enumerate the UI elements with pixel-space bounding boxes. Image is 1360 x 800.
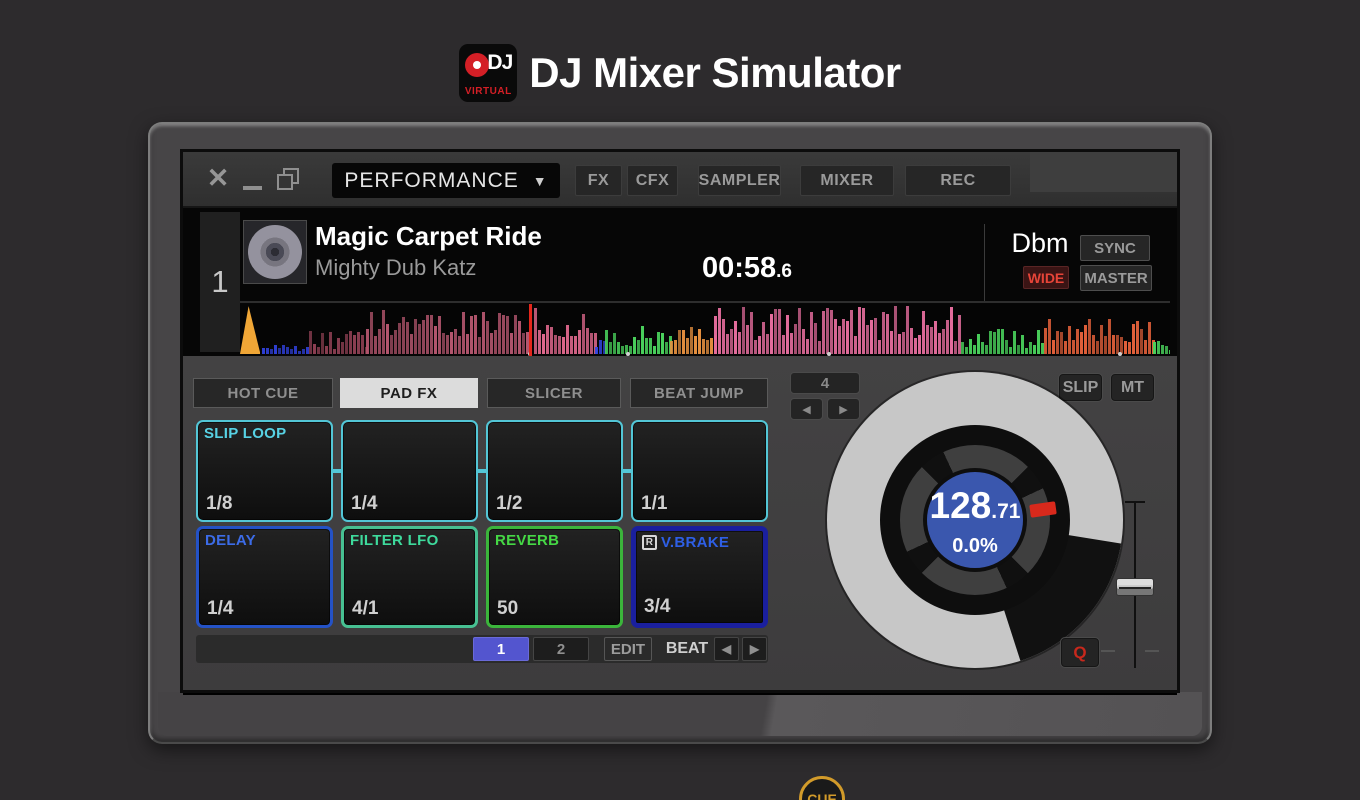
wide-toggle[interactable]: WIDE <box>1023 266 1069 289</box>
pad-value: 4/1 <box>352 598 379 619</box>
bpm-line: 128.71 <box>900 486 1050 534</box>
album-art <box>243 220 307 284</box>
mode-dropdown[interactable]: PERFORMANCE ▼ <box>332 163 560 198</box>
vinyl-disc-icon <box>248 225 302 279</box>
fx-button[interactable]: FX <box>575 165 622 196</box>
q-button[interactable]: Q <box>1060 637 1100 668</box>
pad-label: DELAY <box>205 532 256 549</box>
pad-connector <box>622 469 632 473</box>
mode-dropdown-label: PERFORMANCE <box>344 168 519 192</box>
page-1-button[interactable]: 1 <box>473 637 529 661</box>
performance-panel: HOT CUE PAD FX SLICER BEAT JUMP SLIP LOO… <box>183 356 1177 800</box>
titlebar: ✕ PERFORMANCE ▼ FX CFX SAMPLER MIXER REC <box>183 152 1177 208</box>
cfx-button[interactable]: CFX <box>627 165 678 196</box>
pad-loop-one[interactable]: 1/1 <box>631 420 768 522</box>
divider <box>240 301 1170 303</box>
key-label: Dbm <box>1011 228 1069 258</box>
restore-icon[interactable] <box>277 168 299 190</box>
divider <box>984 224 985 302</box>
loop-prev-button[interactable]: ◀ <box>790 398 823 420</box>
tab-hot-cue[interactable]: HOT CUE <box>193 378 333 408</box>
time-main: 00:58 <box>701 252 777 284</box>
pad-loop-quarter[interactable]: 1/4 <box>341 420 478 522</box>
pad-filter-lfo[interactable]: FILTER LFO 4/1 <box>341 526 478 628</box>
tab-pad-fx[interactable]: PAD FX <box>340 378 478 408</box>
pad-label: R V.BRAKE <box>642 534 729 551</box>
device-frame: ✕ PERFORMANCE ▼ FX CFX SAMPLER MIXER REC… <box>148 122 1212 800</box>
rec-button[interactable]: REC <box>905 165 1011 196</box>
bpm-value: 128 <box>929 485 992 526</box>
bezel-bottom <box>158 692 1202 736</box>
slip-button[interactable]: SLIP <box>1058 373 1103 402</box>
pitch-percent: 0.0% <box>952 535 998 557</box>
pad-label-text: V.BRAKE <box>661 534 730 551</box>
sampler-button[interactable]: SAMPLER <box>698 165 781 196</box>
minimize-icon[interactable] <box>243 186 262 190</box>
pad-label: FILTER LFO <box>350 532 439 549</box>
pad-delay[interactable]: DELAY 1/4 <box>196 526 333 628</box>
virtualdj-logo: DJ VIRTUAL <box>459 44 518 102</box>
sync-button[interactable]: SYNC <box>1080 235 1150 261</box>
mt-button[interactable]: MT <box>1110 373 1155 402</box>
page-2-button[interactable]: 2 <box>533 637 589 661</box>
pitch-slider-mark <box>1145 650 1159 652</box>
deck-number: 1 <box>200 212 240 352</box>
dj-app-window: ✕ PERFORMANCE ▼ FX CFX SAMPLER MIXER REC… <box>183 152 1177 800</box>
page-title: DJ Mixer Simulator <box>529 49 901 96</box>
edit-button[interactable]: EDIT <box>604 637 652 661</box>
mixer-button[interactable]: MIXER <box>800 165 894 196</box>
master-button[interactable]: MASTER <box>1080 265 1152 291</box>
pad-value: 1/4 <box>351 493 378 514</box>
pad-value: 3/4 <box>644 596 671 617</box>
app-background: DJ VIRTUAL DJ Mixer Simulator ✕ PERFORMA… <box>0 0 1360 800</box>
waveform[interactable] <box>240 304 1170 356</box>
pad-label: REVERB <box>495 532 560 549</box>
waveform-canvas <box>240 304 1170 356</box>
deck-panel: 1 Magic Carpet Ride Mighty Dub Katz 00:5… <box>183 208 1177 356</box>
tab-slicer[interactable]: SLICER <box>487 378 621 408</box>
track-title: Magic Carpet Ride <box>315 221 542 251</box>
pad-v-brake[interactable]: R V.BRAKE 3/4 <box>631 526 768 628</box>
pad-value: 1/1 <box>641 493 668 514</box>
time-fraction: .6 <box>776 261 793 282</box>
pad-slip-loop[interactable]: SLIP LOOP 1/8 <box>196 420 333 522</box>
pad-value: 1/8 <box>206 493 233 514</box>
track-artist: Mighty Dub Katz <box>315 255 477 280</box>
vinyl-icon <box>465 53 490 77</box>
pad-reverb[interactable]: REVERB 50 <box>486 526 623 628</box>
loop-size-button[interactable]: 4 <box>790 372 860 394</box>
tab-beat-jump[interactable]: BEAT JUMP <box>630 378 768 408</box>
pad-value: 1/2 <box>496 493 523 514</box>
app-header: DJ VIRTUAL DJ Mixer Simulator <box>0 44 1360 102</box>
titlebar-panel <box>1030 152 1177 192</box>
track-time: 00:58.6 <box>657 252 837 285</box>
pad-connector <box>477 469 487 473</box>
logo-dj-text: DJ <box>487 51 513 74</box>
beat-prev-button[interactable]: ◀ <box>714 637 739 661</box>
loop-next-button[interactable]: ▶ <box>827 398 860 420</box>
bpm-fraction: .71 <box>991 500 1021 523</box>
logo-virtual-text: VIRTUAL <box>464 86 512 97</box>
cue-button[interactable]: CUE <box>799 776 845 800</box>
pad-value: 50 <box>497 598 519 619</box>
pitch-slider-mark <box>1101 650 1115 652</box>
pad-label: SLIP LOOP <box>204 425 287 442</box>
pad-value: 1/4 <box>207 598 234 619</box>
beat-label: BEAT <box>665 640 709 657</box>
bpm-display: 128.71 0.0% <box>900 486 1050 558</box>
record-badge-icon: R <box>642 535 657 550</box>
pad-connector <box>332 469 342 473</box>
chevron-down-icon: ▼ <box>532 172 548 189</box>
beat-next-button[interactable]: ▶ <box>742 637 767 661</box>
close-icon[interactable]: ✕ <box>203 162 233 194</box>
pad-loop-half[interactable]: 1/2 <box>486 420 623 522</box>
pitch-slider-handle[interactable] <box>1116 578 1154 596</box>
